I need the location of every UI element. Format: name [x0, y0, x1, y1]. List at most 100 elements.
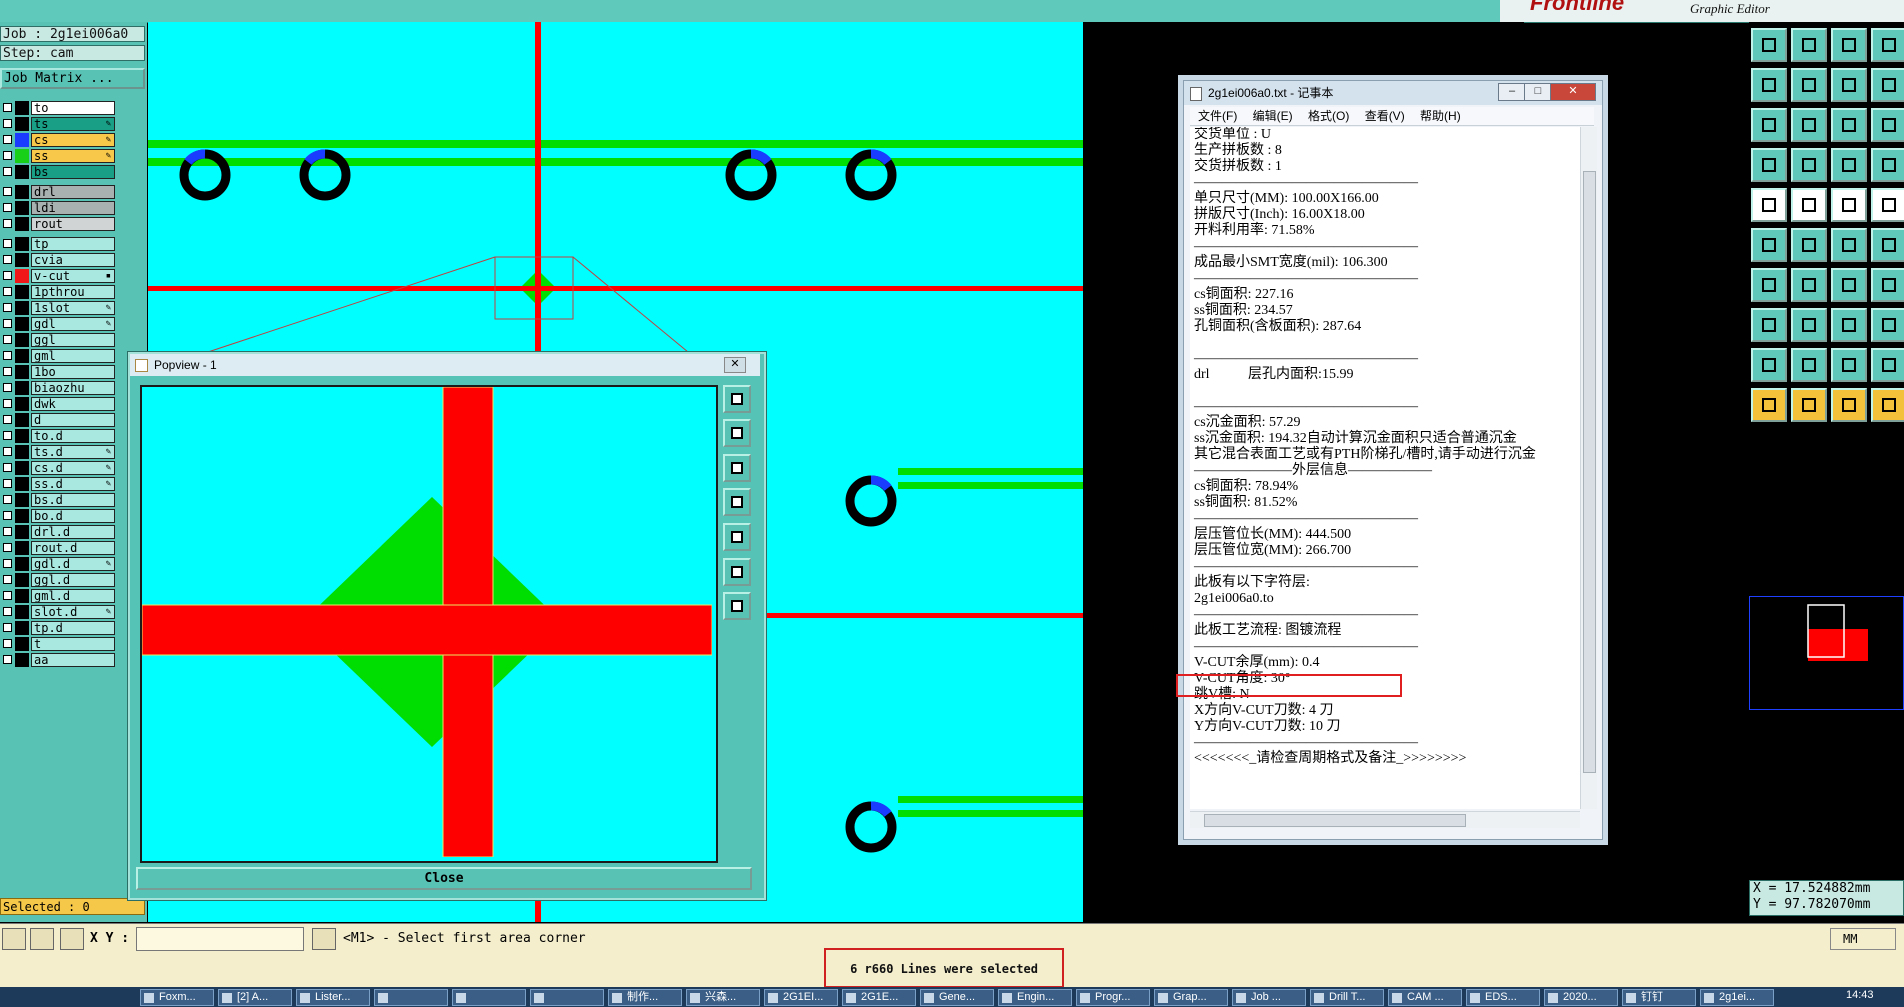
layer-checkbox[interactable] [3, 319, 12, 328]
layer-row[interactable]: drl [0, 184, 118, 200]
layer-color-swatch[interactable] [15, 217, 29, 231]
taskbar-item[interactable]: 制作... [608, 989, 682, 1006]
layer-color-swatch[interactable] [15, 237, 29, 251]
popview-tool-icon-3[interactable] [723, 454, 751, 482]
close-icon[interactable]: ✕ [1550, 83, 1596, 101]
xy-input[interactable] [136, 927, 304, 951]
layer-color-swatch[interactable] [15, 269, 29, 283]
close-icon[interactable]: ✕ [724, 357, 746, 373]
taskbar-item[interactable] [374, 989, 448, 1006]
layer-checkbox[interactable] [3, 623, 12, 632]
layer-checkbox[interactable] [3, 479, 12, 488]
taskbar-item[interactable]: 钉钉 [1622, 989, 1696, 1006]
pin-icon[interactable] [1831, 148, 1867, 182]
layer-color-swatch[interactable] [15, 133, 29, 147]
layer-checkbox[interactable] [3, 367, 12, 376]
layer-row[interactable]: bs [0, 164, 118, 180]
layer-row[interactable]: gml [0, 348, 118, 364]
layer-name[interactable]: tp.d [31, 621, 115, 635]
taskbar-item[interactable]: Progr... [1076, 989, 1150, 1006]
menu-help[interactable]: 帮助(H) [1420, 109, 1461, 123]
popview-tool-icon-7[interactable] [723, 592, 751, 620]
net-icon[interactable] [1751, 228, 1787, 262]
layer-name[interactable]: gdl.d ✎ [31, 557, 115, 571]
layer-color-swatch[interactable] [15, 589, 29, 603]
taskbar-item[interactable]: 2020... [1544, 989, 1618, 1006]
scroll-thumb[interactable] [1204, 814, 1466, 827]
grid-icon[interactable] [60, 928, 84, 950]
menu-view[interactable]: 查看(V) [1365, 109, 1405, 123]
line-icon[interactable] [1831, 228, 1867, 262]
info-icon[interactable] [312, 928, 336, 950]
layer-row[interactable]: to [0, 100, 118, 116]
layer-color-swatch[interactable] [15, 525, 29, 539]
layer-name[interactable]: gml.d [31, 589, 115, 603]
layer-name[interactable]: ss ✎ [31, 149, 115, 163]
rotate-icon[interactable] [1831, 268, 1867, 302]
layer-checkbox[interactable] [3, 543, 12, 552]
menu-edit[interactable]: 编辑(E) [1253, 109, 1293, 123]
layer-row[interactable]: tp.d [0, 620, 118, 636]
layer-row[interactable]: slot.d ✎ [0, 604, 118, 620]
layer-row[interactable]: dwk [0, 396, 118, 412]
taskbar-item[interactable]: Engin... [998, 989, 1072, 1006]
cam-icon[interactable] [1871, 308, 1904, 342]
menu-format[interactable]: 格式(O) [1308, 109, 1349, 123]
node-icon[interactable] [1871, 228, 1904, 262]
layer-color-swatch[interactable] [15, 477, 29, 491]
layer-name[interactable]: t [31, 637, 115, 651]
layer-checkbox[interactable] [3, 511, 12, 520]
grid-icon[interactable] [1791, 148, 1827, 182]
box-icon[interactable] [1871, 348, 1904, 382]
layer-name[interactable]: ts.d ✎ [31, 445, 115, 459]
layer-color-swatch[interactable] [15, 117, 29, 131]
layer-color-swatch[interactable] [15, 445, 29, 459]
layer-row[interactable]: biaozhu [0, 380, 118, 396]
flip-icon[interactable] [1751, 108, 1787, 142]
layer-color-swatch[interactable] [15, 493, 29, 507]
layer-color-swatch[interactable] [15, 397, 29, 411]
layer-color-swatch[interactable] [15, 605, 29, 619]
menu-file[interactable]: 文件(F) [1198, 109, 1237, 123]
layer-color-swatch[interactable] [15, 285, 29, 299]
layer-color-swatch[interactable] [15, 165, 29, 179]
layer-row[interactable]: tp [0, 236, 118, 252]
angle-icon[interactable] [30, 928, 54, 950]
layer-name[interactable]: ggl [31, 333, 115, 347]
layer-name[interactable]: ggl.d [31, 573, 115, 587]
layer-checkbox[interactable] [3, 103, 12, 112]
layer-name[interactable]: ss.d ✎ [31, 477, 115, 491]
units-select[interactable]: MM [1830, 928, 1896, 950]
layer-row[interactable]: cs ✎ [0, 132, 118, 148]
layer-checkbox[interactable] [3, 335, 12, 344]
taskbar-item[interactable]: Job ... [1232, 989, 1306, 1006]
layer-row[interactable]: cvia [0, 252, 118, 268]
layer-name[interactable]: drl.d [31, 525, 115, 539]
taskbar-item[interactable]: 2g1ei... [1700, 989, 1774, 1006]
layer-checkbox[interactable] [3, 447, 12, 456]
layer-checkbox[interactable] [3, 271, 12, 280]
right-icon[interactable] [1791, 68, 1827, 102]
measure-icon[interactable] [1751, 148, 1787, 182]
taskbar-item[interactable]: Lister... [296, 989, 370, 1006]
taskbar-item[interactable]: Drill T... [1310, 989, 1384, 1006]
layer-color-swatch[interactable] [15, 149, 29, 163]
layer-checkbox[interactable] [3, 607, 12, 616]
layer-color-swatch[interactable] [15, 509, 29, 523]
layer-checkbox[interactable] [3, 167, 12, 176]
shape-icon[interactable] [1791, 188, 1827, 222]
taskbar-item[interactable]: 兴森... [686, 989, 760, 1006]
layer-checkbox[interactable] [3, 255, 12, 264]
layer-color-swatch[interactable] [15, 381, 29, 395]
layer-checkbox[interactable] [3, 303, 12, 312]
layer-row[interactable]: aa [0, 652, 118, 668]
layer-row[interactable]: ggl.d [0, 572, 118, 588]
layer-name[interactable]: cs ✎ [31, 133, 115, 147]
taskbar-item[interactable]: [2] A... [218, 989, 292, 1006]
import-icon[interactable] [1751, 28, 1787, 62]
taskbar-item[interactable]: CAM ... [1388, 989, 1462, 1006]
layer-name[interactable]: aa [31, 653, 115, 667]
horizontal-scrollbar[interactable] [1190, 811, 1580, 828]
layer-row[interactable]: bo.d [0, 508, 118, 524]
taskbar-item[interactable]: 2G1EI... [764, 989, 838, 1006]
